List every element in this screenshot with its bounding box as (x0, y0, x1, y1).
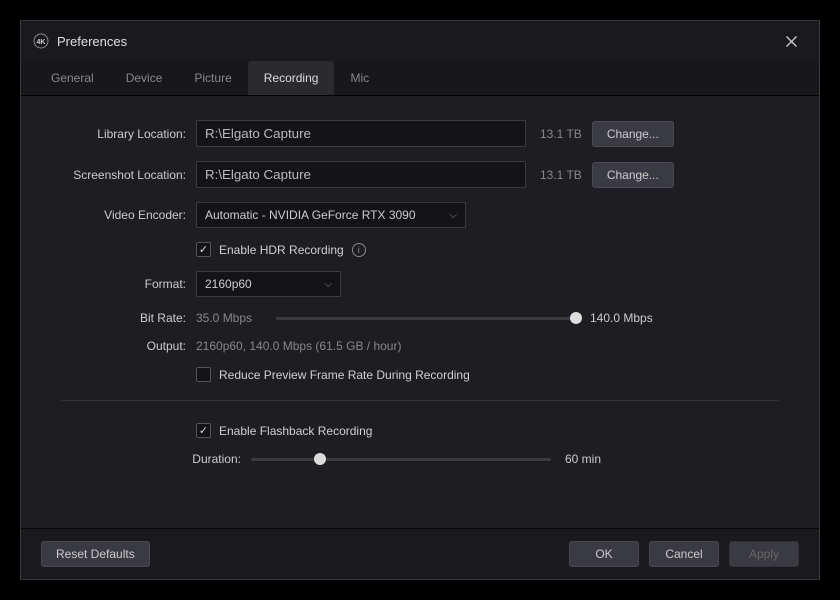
tab-picture[interactable]: Picture (178, 61, 247, 95)
divider (61, 400, 779, 401)
ok-button[interactable]: OK (569, 541, 639, 567)
library-location-label: Library Location: (61, 127, 196, 141)
reset-defaults-button[interactable]: Reset Defaults (41, 541, 150, 567)
library-location-input[interactable] (196, 120, 526, 147)
preferences-window: 4K Preferences General Device Picture Re… (20, 20, 820, 580)
screenshot-change-button[interactable]: Change... (592, 162, 674, 188)
tab-device[interactable]: Device (110, 61, 179, 95)
footer: Reset Defaults OK Cancel Apply (21, 528, 819, 579)
flashback-row: Enable Flashback Recording (196, 423, 779, 438)
enable-flashback-label: Enable Flashback Recording (219, 424, 372, 438)
duration-slider[interactable] (251, 458, 551, 461)
video-encoder-label: Video Encoder: (61, 208, 196, 222)
video-encoder-row: Video Encoder: Automatic - NVIDIA GeForc… (61, 202, 779, 228)
apply-button[interactable]: Apply (729, 541, 799, 567)
duration-value: 60 min (565, 452, 601, 466)
reduce-preview-checkbox[interactable] (196, 367, 211, 382)
bitrate-max: 140.0 Mbps (590, 311, 653, 325)
tab-mic[interactable]: Mic (334, 61, 385, 95)
chevron-down-icon: ⌵ (324, 279, 332, 290)
format-select[interactable]: 2160p60 ⌵ (196, 271, 341, 297)
output-row: Output: 2160p60, 140.0 Mbps (61.5 GB / h… (61, 339, 779, 353)
window-title: Preferences (57, 34, 775, 49)
duration-slider-knob[interactable] (314, 453, 326, 465)
enable-hdr-label: Enable HDR Recording (219, 243, 344, 257)
format-value: 2160p60 (205, 277, 252, 291)
cancel-button[interactable]: Cancel (649, 541, 719, 567)
enable-flashback-checkbox[interactable] (196, 423, 211, 438)
reduce-preview-label: Reduce Preview Frame Rate During Recordi… (219, 368, 470, 382)
output-label: Output: (61, 339, 196, 353)
format-row: Format: 2160p60 ⌵ (61, 271, 779, 297)
bitrate-row: Bit Rate: 35.0 Mbps 140.0 Mbps (61, 311, 779, 325)
video-encoder-value: Automatic - NVIDIA GeForce RTX 3090 (205, 208, 416, 222)
enable-hdr-checkbox[interactable] (196, 242, 211, 257)
bitrate-label: Bit Rate: (61, 311, 196, 325)
library-free-space: 13.1 TB (540, 127, 582, 141)
close-button[interactable] (775, 29, 807, 53)
library-location-row: Library Location: 13.1 TB Change... (61, 120, 779, 147)
screenshot-location-row: Screenshot Location: 13.1 TB Change... (61, 161, 779, 188)
bitrate-min: 35.0 Mbps (196, 311, 266, 325)
duration-label: Duration: (61, 452, 251, 466)
hdr-row: Enable HDR Recording i (196, 242, 779, 257)
titlebar: 4K Preferences (21, 21, 819, 61)
info-icon[interactable]: i (352, 243, 366, 257)
library-change-button[interactable]: Change... (592, 121, 674, 147)
video-encoder-select[interactable]: Automatic - NVIDIA GeForce RTX 3090 ⌵ (196, 202, 466, 228)
duration-row: Duration: 60 min (61, 452, 779, 466)
chevron-down-icon: ⌵ (449, 210, 457, 221)
screenshot-location-label: Screenshot Location: (61, 168, 196, 182)
screenshot-location-input[interactable] (196, 161, 526, 188)
bitrate-slider-knob[interactable] (570, 312, 582, 324)
bitrate-slider[interactable] (276, 317, 576, 320)
tab-content: Library Location: 13.1 TB Change... Scre… (21, 96, 819, 528)
screenshot-free-space: 13.1 TB (540, 168, 582, 182)
app-icon: 4K (33, 33, 49, 49)
tab-general[interactable]: General (35, 61, 110, 95)
format-label: Format: (61, 277, 196, 291)
output-summary: 2160p60, 140.0 Mbps (61.5 GB / hour) (196, 339, 401, 353)
svg-text:4K: 4K (37, 39, 46, 46)
tab-bar: General Device Picture Recording Mic (21, 61, 819, 96)
tab-recording[interactable]: Recording (248, 61, 335, 95)
reduce-preview-row: Reduce Preview Frame Rate During Recordi… (196, 367, 779, 382)
